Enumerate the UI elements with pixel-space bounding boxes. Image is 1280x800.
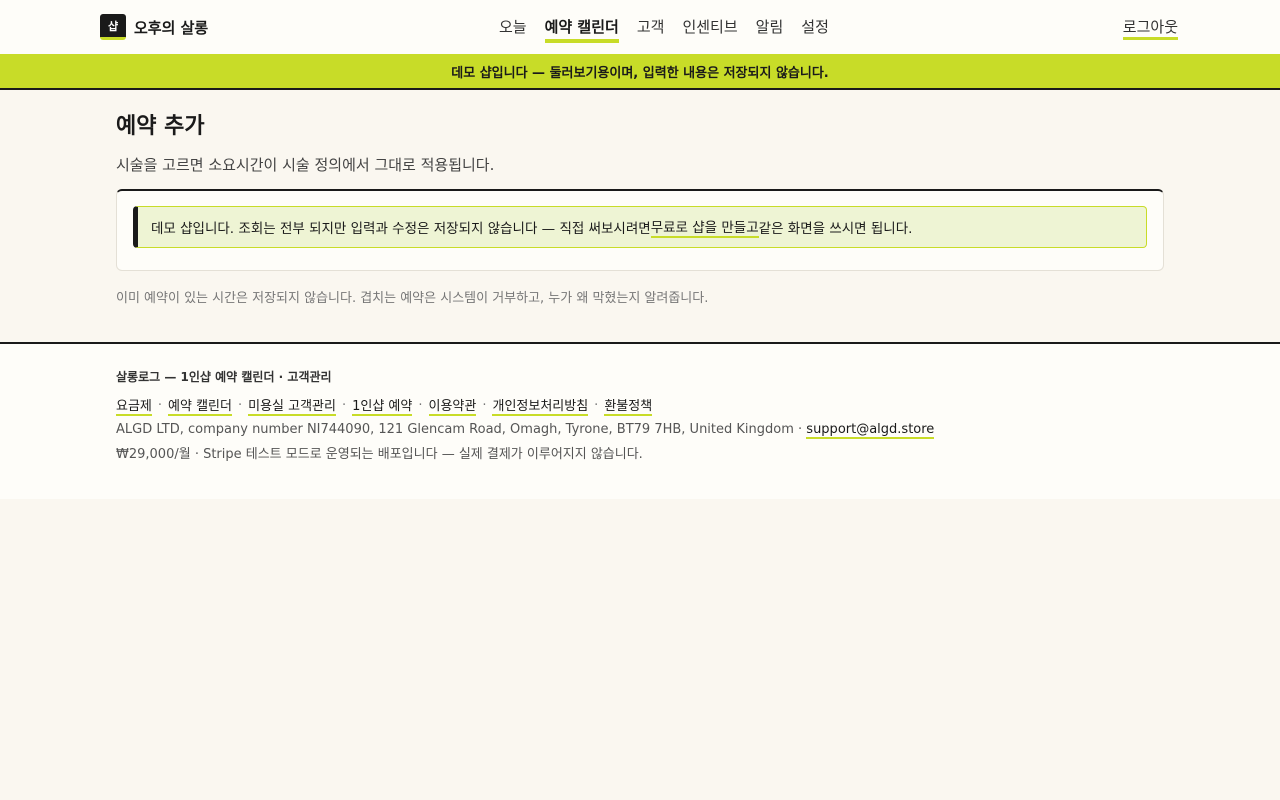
company-text: ALGD LTD, company number NI744090, 121 G…: [116, 422, 807, 437]
demo-notice: 데모 샵입니다. 조회는 전부 되지만 입력과 수정은 저장되지 않습니다 — …: [133, 206, 1147, 248]
nav-item-incentives[interactable]: 인센티브: [682, 16, 737, 43]
demo-notice-text-before: 데모 샵입니다. 조회는 전부 되지만 입력과 수정은 저장되지 않습니다 — …: [151, 221, 651, 237]
footer-link-refund[interactable]: 환불정책: [604, 395, 653, 416]
footer-separator: ·: [418, 398, 423, 413]
footer-links: 요금제 · 예약 캘린더 · 미용실 고객관리 · 1인샵 예약 · 이용약관 …: [116, 395, 934, 416]
nav-item-today[interactable]: 오늘: [499, 16, 527, 43]
page-subtitle: 시술을 고르면 소요시간이 시술 정의에서 그대로 적용됩니다.: [116, 156, 495, 174]
nav-item-customers[interactable]: 고객: [637, 16, 665, 43]
footer-separator: ·: [237, 398, 243, 413]
nav-item-calendar[interactable]: 예약 캘린더: [544, 16, 619, 43]
footer-separator: ·: [594, 398, 599, 413]
demo-banner: 데모 샵입니다 — 둘러보기용이며, 입력한 내용은 저장되지 않습니다.: [0, 54, 1280, 90]
footer-link-pricing[interactable]: 요금제: [116, 395, 152, 416]
create-shop-link[interactable]: 무료로 샵을 만들고: [650, 216, 759, 238]
footer-link-solo-booking[interactable]: 1인샵 예약: [352, 395, 413, 416]
booking-form-card: 데모 샵입니다. 조회는 전부 되지만 입력과 수정은 저장되지 않습니다 — …: [116, 189, 1164, 271]
logout-link[interactable]: 로그아웃: [1122, 16, 1178, 40]
footer-separator: ·: [341, 398, 347, 413]
page-title: 예약 추가: [116, 114, 205, 139]
footer-separator: ·: [157, 398, 163, 413]
footer-separator: ·: [482, 398, 487, 413]
brand-logo-icon: 샵: [100, 14, 126, 40]
nav-item-notifications[interactable]: 알림: [756, 16, 784, 43]
footer-pricing-info: ₩29,000/월 · Stripe 테스트 모드로 운영되는 배포입니다 — …: [116, 447, 643, 462]
footer-link-calendar[interactable]: 예약 캘린더: [168, 395, 232, 416]
brand-home-link[interactable]: 샵 오후의 살롱: [100, 14, 208, 40]
footer: 살롱로그 — 1인샵 예약 캘린더 · 고객관리 요금제 · 예약 캘린더 · …: [0, 342, 1280, 499]
support-email-link[interactable]: support@algd.store: [806, 422, 935, 439]
overlap-hint: 이미 예약이 있는 시간은 저장되지 않습니다. 겹치는 예약은 시스템이 거부…: [116, 291, 709, 306]
footer-link-privacy[interactable]: 개인정보처리방침: [492, 395, 589, 416]
footer-link-terms[interactable]: 이용약관: [428, 395, 477, 416]
main-nav: 오늘 예약 캘린더 고객 인센티브 알림 설정: [499, 16, 847, 43]
footer-link-salon-crm[interactable]: 미용실 고객관리: [248, 395, 336, 416]
brand-name: 오후의 살롱: [134, 18, 209, 37]
top-navigation: 샵 오후의 살롱 오늘 예약 캘린더 고객 인센티브 알림 설정 로그아웃: [0, 0, 1280, 54]
footer-title: 살롱로그 — 1인샵 예약 캘린더 · 고객관리: [116, 370, 332, 384]
main-content: 예약 추가 시술을 고르면 소요시간이 시술 정의에서 그대로 적용됩니다. 데…: [116, 108, 1164, 306]
footer-company-info: ALGD LTD, company number NI744090, 121 G…: [116, 422, 935, 439]
demo-banner-text: 데모 샵입니다 — 둘러보기용이며, 입력한 내용은 저장되지 않습니다.: [451, 65, 829, 81]
nav-item-settings[interactable]: 설정: [801, 16, 829, 43]
demo-notice-text-after: 같은 화면을 쓰시면 됩니다.: [758, 221, 913, 237]
